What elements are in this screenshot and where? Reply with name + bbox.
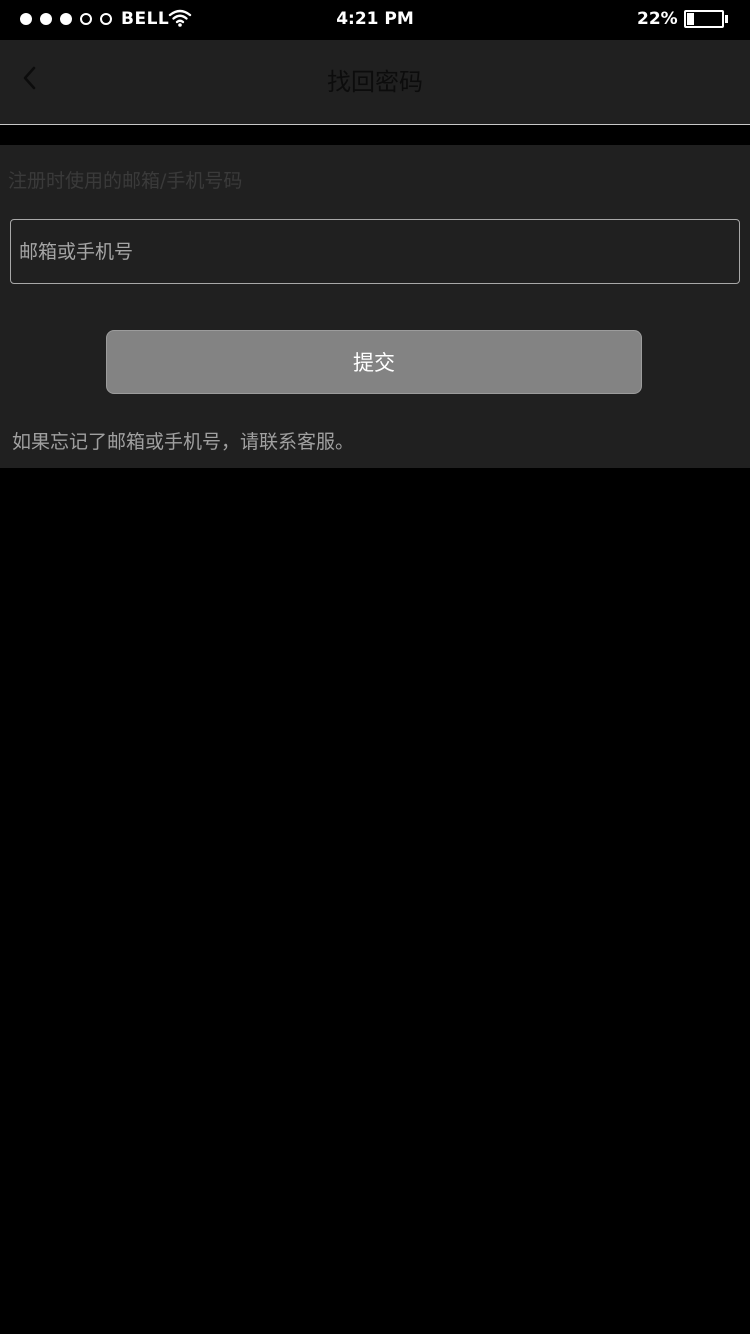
battery-level-fill (687, 13, 694, 25)
navigation-bar: 找回密码 (0, 40, 750, 125)
email-or-phone-input[interactable] (11, 220, 739, 283)
contact-support-note: 如果忘记了邮箱或手机号，请联系客服。 (12, 431, 355, 453)
battery-tip (725, 15, 728, 23)
battery-percentage: 22% (637, 9, 678, 29)
account-hint-label: 注册时使用的邮箱/手机号码 (8, 170, 243, 192)
battery-icon (684, 10, 724, 28)
submit-button[interactable]: 提交 (106, 330, 642, 394)
page-title: 找回密码 (327, 68, 423, 96)
recover-password-form: 注册时使用的邮箱/手机号码 提交 如果忘记了邮箱或手机号，请联系客服。 (0, 145, 750, 468)
status-bar: BELL 4:21 PM 22% (0, 0, 750, 40)
account-input-container (10, 219, 740, 284)
